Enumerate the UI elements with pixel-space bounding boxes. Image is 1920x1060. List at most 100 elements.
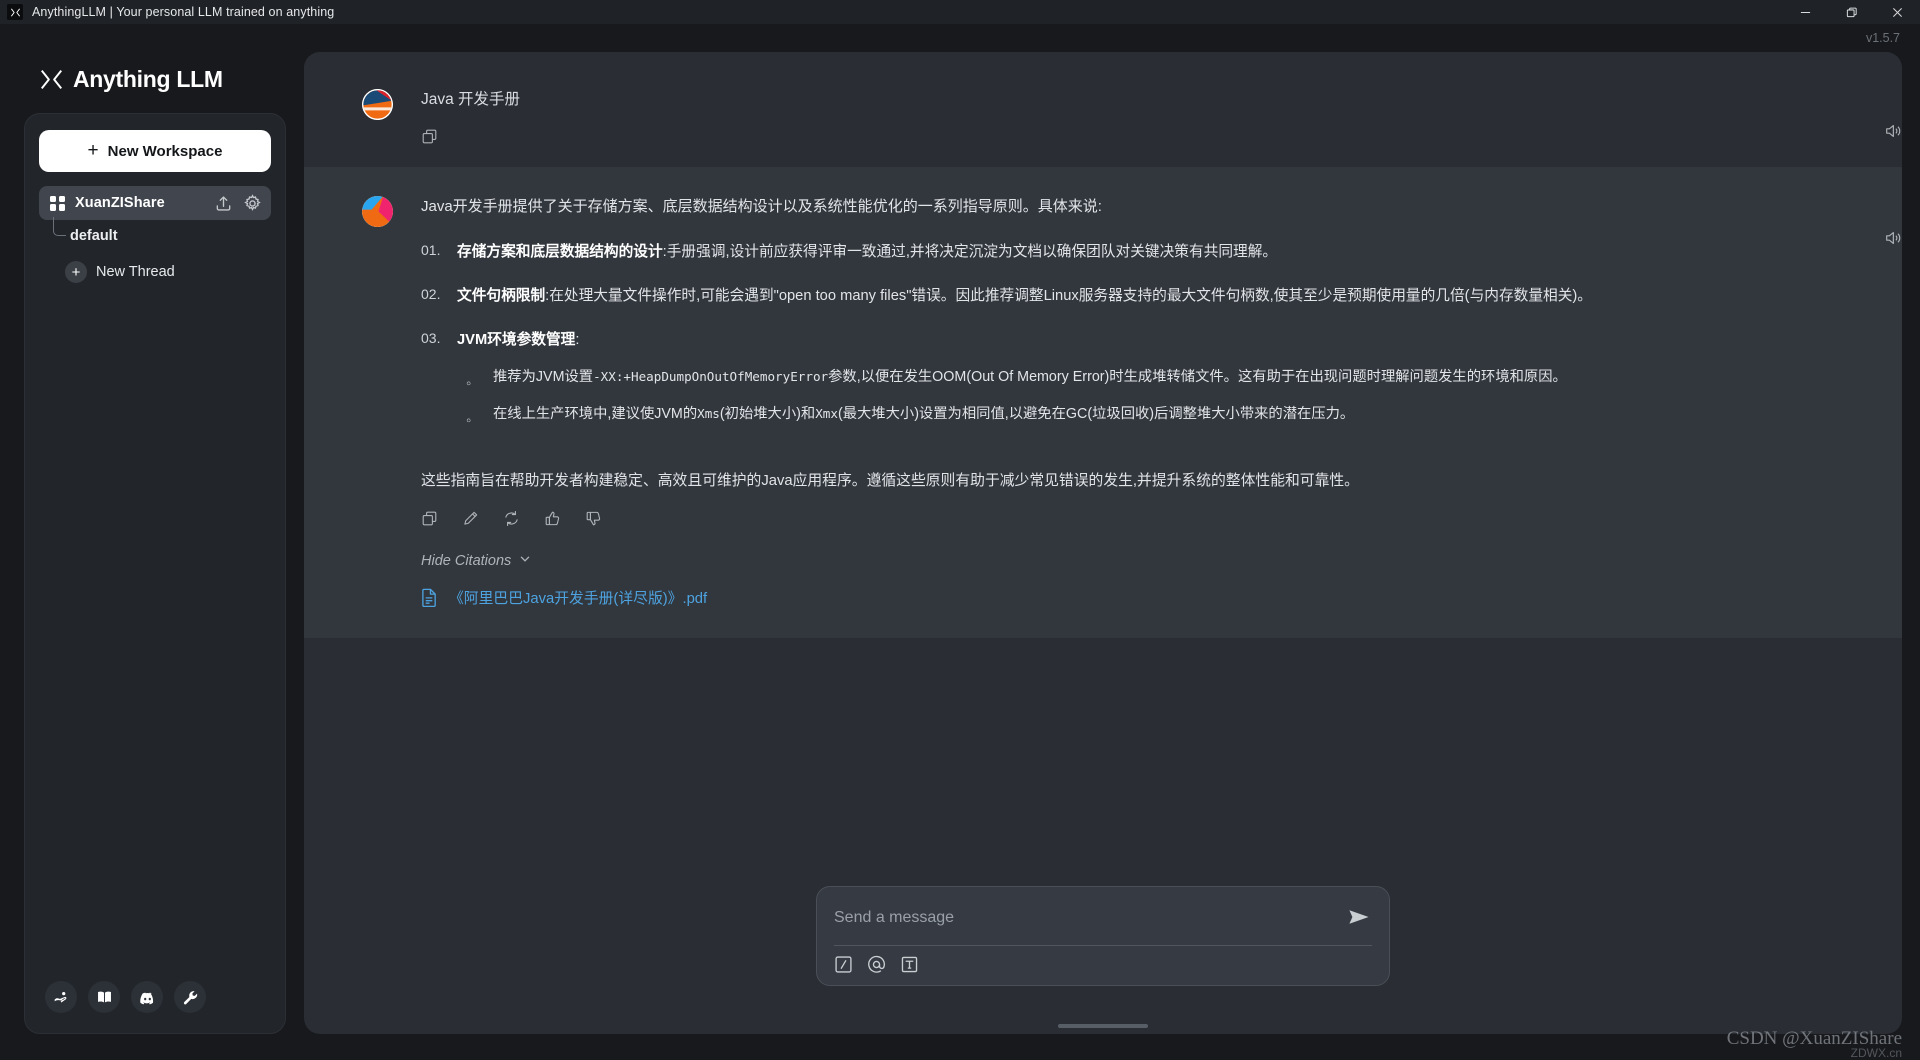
edit-icon[interactable] [462,510,479,527]
brand: Anything LLM [24,52,286,113]
list-item-text: 文件句柄限制:在处理大量文件操作时,可能会遇到"open too many fi… [457,285,1856,309]
assistant-message-actions [421,510,1856,527]
composer-tools [834,955,1372,974]
list-item-title: JVM环境参数管理 [457,332,575,348]
grid-icon [50,196,65,211]
sidebar-footer [39,975,271,1019]
sub-text-post: (最大堆大小)设置为相同值,以避免在GC(垃圾回收)后调整堆大小带来的潜在压力。 [838,406,1354,422]
sub-text-pre: 在线上生产环境中,建议使JVM的 [493,406,697,422]
copy-icon[interactable] [421,510,438,527]
chat-message-assistant: Java开发手册提供了关于存储方案、底层数据结构设计以及系统性能优化的一系列指导… [304,167,1902,638]
sub-list-item: 推荐为JVM设置-XX:+HeapDumpOnOutOfMemoryError参… [466,366,1856,396]
bullet-icon [466,366,493,396]
window-title: AnythingLLM | Your personal LLM trained … [32,5,334,19]
window-controls [1782,0,1920,24]
list-item: 02. 文件句柄限制:在处理大量文件操作时,可能会遇到"open too man… [421,285,1856,309]
thread-list: default + New Thread [39,222,271,288]
sub-list-item-text: 在线上生产环境中,建议使JVM的Xms(初始堆大小)和Xmx(最大堆大小)设置为… [493,403,1354,433]
plus-icon: + [65,261,87,283]
window-titlebar: AnythingLLM | Your personal LLM trained … [0,0,1920,24]
sub-list-item-text: 推荐为JVM设置-XX:+HeapDumpOnOutOfMemoryError参… [493,366,1567,396]
list-item-text: 存储方案和底层数据结构的设计:手册强调,设计前应获得评审一致通过,并将决定沉淀为… [457,241,1856,265]
gear-icon[interactable] [243,194,262,213]
inline-code: -XX:+HeapDumpOnOutOfMemoryError [593,369,828,384]
thread-label: default [70,228,118,244]
list-item-separator: : [575,332,579,348]
anythingllm-logo-icon [7,4,23,20]
new-thread-label: New Thread [96,264,175,280]
workspace-name: XuanZIShare [75,195,204,211]
hide-citations-toggle[interactable]: Hide Citations [421,553,531,569]
message-input[interactable] [834,901,1346,935]
slash-command-icon[interactable] [834,955,853,974]
new-workspace-label: New Workspace [108,143,223,160]
speaker-icon[interactable] [1884,229,1902,247]
brand-label: Anything LLM [73,66,223,93]
list-item-title: 存储方案和底层数据结构的设计 [457,244,663,260]
user-message-text: Java 开发手册 [421,88,1856,111]
send-icon[interactable] [1346,904,1372,930]
hide-citations-label: Hide Citations [421,553,511,569]
speaker-icon[interactable] [1884,122,1902,140]
assistant-sub-list: 推荐为JVM设置-XX:+HeapDumpOnOutOfMemoryError参… [457,366,1856,433]
thumbs-down-icon[interactable] [585,510,602,527]
plus-icon: + [88,141,99,160]
regenerate-icon[interactable] [503,510,520,527]
support-icon[interactable] [45,981,77,1013]
list-item-title: 文件句柄限制 [457,288,545,304]
app-shell: Anything LLM + New Workspace XuanZIShare [0,52,1920,1056]
sub-text-post: 参数,以便在发生OOM(Out Of Memory Error)时生成堆转储文件… [828,369,1567,385]
copy-icon[interactable] [421,128,438,145]
citation-file-name[interactable]: 《阿里巴巴Java开发手册(详尽版)》.pdf [449,587,707,608]
scroll-indicator[interactable] [1058,1024,1148,1028]
citation-item[interactable]: 《阿里巴巴Java开发手册(详尽版)》.pdf [421,587,1856,608]
inline-code: Xmx [815,406,838,421]
new-thread-button[interactable]: + New Thread [53,256,271,288]
sidebar-item-thread-default[interactable]: default [53,222,271,250]
close-button[interactable] [1874,0,1920,24]
user-avatar [362,89,393,120]
assistant-avatar [362,196,393,227]
list-item-body: 手册强调,设计前应获得评审一致通过,并将决定沉淀为文档以确保团队对关键决策有共同… [667,244,1277,260]
assistant-ordered-list: 01. 存储方案和底层数据结构的设计:手册强调,设计前应获得评审一致通过,并将决… [421,241,1856,439]
list-item: 01. 存储方案和底层数据结构的设计:手册强调,设计前应获得评审一致通过,并将决… [421,241,1856,265]
list-item-text: JVM环境参数管理: 推荐为JVM设置-XX:+HeapDumpOnOutOfM… [457,329,1856,440]
minimize-button[interactable] [1782,0,1828,24]
thread-elbow-connector [53,217,66,236]
chat-message-user: Java 开发手册 [304,52,1902,167]
upload-icon[interactable] [214,194,233,213]
new-workspace-button[interactable]: + New Workspace [39,130,271,172]
book-icon[interactable] [88,981,120,1013]
anythingllm-brand-icon [40,68,63,91]
maximize-button[interactable] [1828,0,1874,24]
user-message-actions [421,128,1856,145]
sub-text-pre: 推荐为JVM设置 [493,369,593,385]
chat-scroll-area[interactable]: Java 开发手册 [304,52,1902,864]
list-item-number: 01. [421,241,457,265]
bullet-icon [466,403,493,433]
version-strip: v1.5.7 [0,24,1920,52]
chat-container: Java 开发手册 [304,52,1902,1034]
discord-icon[interactable] [131,981,163,1013]
sub-text-mid: (初始堆大小)和 [720,406,815,422]
workspace-list: XuanZIShare [39,186,271,288]
sidebar-item-workspace[interactable]: XuanZIShare [39,186,271,220]
text-style-icon[interactable] [900,955,919,974]
list-item-number: 02. [421,285,457,309]
list-item-number: 03. [421,329,457,440]
inline-code: Xms [697,406,720,421]
sidebar: Anything LLM + New Workspace XuanZIShare [18,52,286,1034]
file-text-icon [421,588,438,607]
wrench-icon[interactable] [174,981,206,1013]
list-item-body: 在处理大量文件操作时,可能会遇到"open too many files"错误。… [549,288,1592,304]
thumbs-up-icon[interactable] [544,510,561,527]
app-version: v1.5.7 [1866,31,1900,45]
assistant-intro-text: Java开发手册提供了关于存储方案、底层数据结构设计以及系统性能优化的一系列指导… [421,195,1856,219]
assistant-closing-text: 这些指南旨在帮助开发者构建稳定、高效且可维护的Java应用程序。遵循这些原则有助… [421,470,1856,494]
sidebar-spacer [39,288,271,975]
list-item: 03. JVM环境参数管理: 推荐为JVM设置-XX:+HeapDumpOnOu… [421,329,1856,440]
mention-icon[interactable] [867,955,886,974]
composer-zone [304,864,1902,1034]
composer-divider [834,945,1372,946]
chevron-down-icon [519,553,531,569]
